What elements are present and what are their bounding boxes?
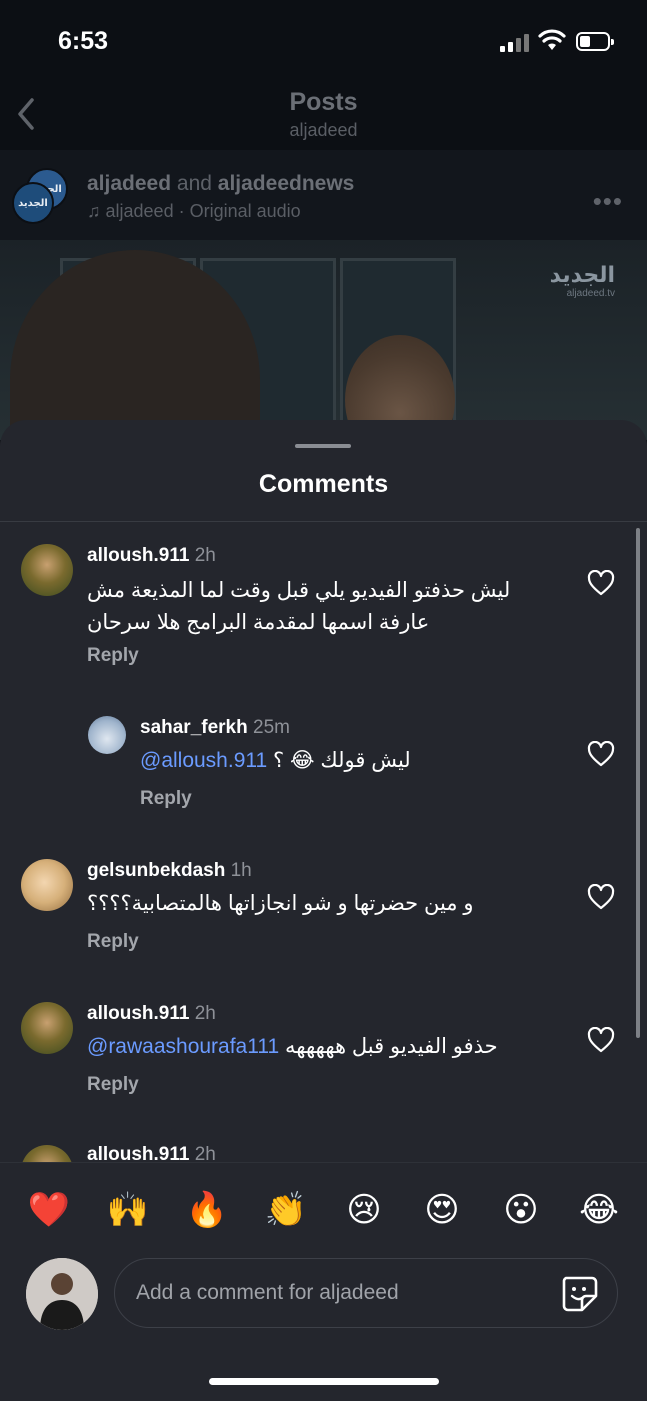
author-name[interactable]: aljadeed (87, 172, 171, 195)
author-name[interactable]: aljadeednews (218, 172, 355, 195)
author-joiner: and (176, 172, 212, 195)
comment-text: ليش حذفتو الفيديو يلي قبل وقت لما المذيع… (87, 579, 511, 634)
post-header: الجديد الجديد aljadeed and aljadeednews … (0, 150, 647, 240)
comment-input[interactable]: Add a comment for aljadeed (114, 1258, 618, 1328)
comment-input-placeholder: Add a comment for aljadeed (136, 1281, 399, 1304)
fire-emoji-icon[interactable]: 🔥 (182, 1185, 232, 1235)
comment-mention[interactable]: @rawaashourafa111 (87, 1035, 279, 1058)
more-options-icon[interactable]: ••• (593, 186, 623, 217)
page-title: Posts (289, 88, 358, 116)
wifi-icon (538, 29, 566, 50)
page-subtitle: aljadeed (289, 120, 358, 140)
music-note-icon: ♫ (87, 201, 101, 221)
avatar[interactable] (88, 716, 126, 754)
clapping-emoji-icon[interactable]: 👏 (261, 1185, 311, 1235)
reply-button[interactable]: Reply (87, 1074, 139, 1096)
reply-button[interactable]: Reply (87, 645, 139, 667)
divider (0, 521, 647, 522)
crying-emoji-icon[interactable]: 😢 (339, 1185, 389, 1235)
heart-icon[interactable] (587, 884, 615, 910)
comment-text: @alloush.911 ليش قولك 😂 ؟ (140, 749, 411, 772)
post-author-avatars[interactable]: الجديد الجديد (12, 168, 68, 224)
status-time: 6:53 (58, 27, 109, 55)
comment-mention[interactable]: @alloush.911 (140, 749, 267, 772)
profile-photo (26, 1258, 98, 1330)
comment-time: 25m (253, 717, 290, 738)
scrollbar[interactable] (636, 528, 640, 1038)
comment-username[interactable]: alloush.911 2h (87, 1003, 216, 1025)
raising-hands-emoji-icon[interactable]: 🙌 (103, 1185, 153, 1235)
quick-emoji-bar: ❤️ 🙌 🔥 👏 😢 😍 😮 😂 (0, 1185, 647, 1235)
my-avatar (26, 1258, 98, 1330)
heart-icon[interactable] (587, 741, 615, 767)
avatar[interactable] (21, 1002, 73, 1054)
heart-emoji-icon[interactable]: ❤️ (24, 1185, 74, 1235)
comment-username[interactable]: alloush.911 2h (87, 545, 216, 567)
author-avatar[interactable]: الجديد (12, 182, 54, 224)
sheet-grab-handle[interactable] (295, 444, 351, 448)
avatar[interactable] (21, 544, 73, 596)
channel-logo: الجديد aljadeed.tv (550, 262, 615, 299)
audio-label: aljadeed · Original audio (105, 201, 301, 221)
comment-username[interactable]: gelsunbekdash 1h (87, 860, 252, 882)
comment-time: 2h (194, 1003, 216, 1024)
comment-text: @rawaashourafa111 حذفو الفيديو قبل ههههه… (87, 1035, 498, 1058)
sheet-title: Comments (258, 470, 389, 498)
battery-icon (576, 32, 614, 51)
comment-time: 1h (230, 860, 252, 881)
surprised-emoji-icon[interactable]: 😮 (496, 1185, 546, 1235)
post-authors[interactable]: aljadeed and aljadeednews (87, 172, 354, 196)
avatar[interactable] (21, 859, 73, 911)
comment-username[interactable]: sahar_ferkh 25m (140, 717, 290, 739)
comment-time: 2h (194, 545, 216, 566)
cellular-signal-icon (500, 32, 532, 52)
laughing-emoji-icon[interactable]: 😂 (574, 1185, 624, 1235)
heart-eyes-emoji-icon[interactable]: 😍 (417, 1185, 467, 1235)
audio-info[interactable]: ♫ aljadeed · Original audio (87, 201, 301, 222)
logo-url: aljadeed.tv (566, 288, 615, 299)
comment-text: و مين حضرتها و شو انجازاتها هالمتصابية؟؟… (87, 892, 474, 915)
home-indicator[interactable] (209, 1378, 439, 1385)
reply-button[interactable]: Reply (140, 788, 192, 810)
heart-icon[interactable] (587, 1027, 615, 1053)
reply-button[interactable]: Reply (87, 931, 139, 953)
sticker-icon[interactable] (560, 1274, 598, 1312)
heart-icon[interactable] (587, 570, 615, 596)
post-video[interactable]: الجديد aljadeed.tv (0, 240, 647, 440)
logo-text: الجديد (549, 262, 615, 287)
status-bar: 6:53 (0, 0, 647, 80)
